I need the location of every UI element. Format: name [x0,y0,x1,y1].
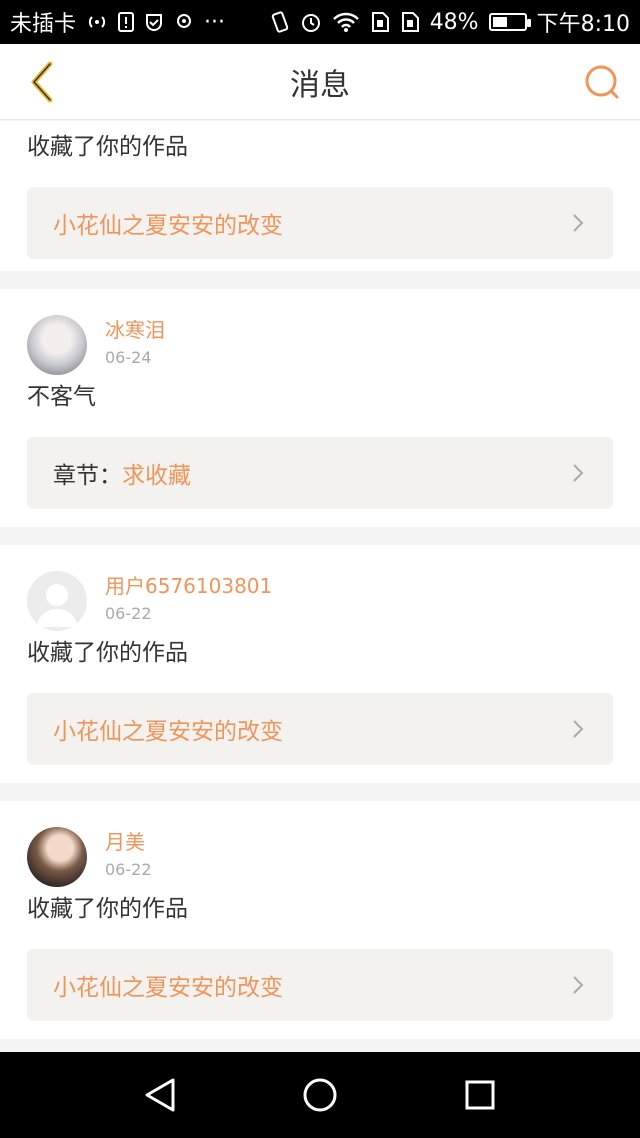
message-item: 用户6576103801 06-22 收藏了你的作品 小花仙之夏安安的改变 [0,545,640,783]
message-text: 收藏了你的作品 [27,896,188,922]
avatar[interactable] [27,315,87,375]
chevron-right-icon [569,976,587,994]
battery-percent: 48% [429,9,479,35]
message-item: 月美 06-22 收藏了你的作品 小花仙之夏安安的改变 [0,801,640,1039]
battery-icon [488,13,531,31]
default-avatar-icon [37,584,77,627]
search-button[interactable] [578,58,626,106]
user-name[interactable]: 用户6576103801 [105,571,272,601]
alarm-icon [300,11,322,33]
chevron-right-icon [569,720,587,738]
wifi-icon [332,12,360,32]
avatar[interactable] [27,571,87,631]
work-link[interactable]: 小花仙之夏安安的改变 [27,187,613,259]
divider [0,271,640,289]
chapter-link[interactable]: 章节： 求收藏 [27,437,613,509]
shield-check-icon [144,12,164,32]
back-button[interactable] [14,54,70,110]
clock: 下午8:10 [536,12,630,37]
chapter-label: 章节： [53,463,122,489]
divider [0,527,640,545]
chevron-right-icon [569,214,587,232]
chapter-title: 求收藏 [122,463,191,489]
user-name[interactable]: 月美 [105,827,152,857]
work-link[interactable]: 小花仙之夏安安的改变 [27,949,613,1021]
carrier-text: 未插卡 [10,12,77,37]
nav-home-button[interactable] [295,1070,345,1120]
message-date: 06-22 [105,604,152,623]
message-text: 收藏了你的作品 [27,134,188,160]
work-title: 小花仙之夏安安的改变 [53,213,283,239]
work-title: 小花仙之夏安安的改变 [53,975,283,1001]
alert-icon [118,12,135,32]
vibrate-icon [270,11,290,33]
message-list[interactable]: 收藏了你的作品 小花仙之夏安安的改变 冰寒泪 06-24 不客气 章节： 求收藏 [0,121,640,1052]
app-bar: 消息 [0,44,640,120]
divider [0,783,640,801]
system-nav-bar [0,1052,640,1138]
square-recents-icon [465,1080,495,1110]
user-name[interactable]: 冰寒泪 [105,315,165,345]
search-icon [585,65,619,99]
status-bar: 未插卡 ··· 48% 下午8:10 [0,0,640,44]
message-text: 收藏了你的作品 [27,640,188,666]
nav-recents-button[interactable] [455,1070,505,1120]
circle-home-icon [303,1078,337,1112]
sim-1-icon [370,11,390,33]
hotspot-icon [86,13,108,31]
sim-2-icon [400,11,420,33]
page-title: 消息 [290,67,350,103]
avatar[interactable] [27,827,87,887]
triangle-back-icon [145,1078,175,1112]
more-status-icon: ··· [204,9,225,35]
work-link[interactable]: 小花仙之夏安安的改变 [27,693,613,765]
message-item: 收藏了你的作品 小花仙之夏安安的改变 [0,121,640,271]
work-title: 小花仙之夏安安的改变 [53,719,283,745]
message-date: 06-22 [105,860,152,879]
chevron-left-icon [31,61,53,103]
nav-back-button[interactable] [135,1070,185,1120]
location-icon [174,12,194,32]
chevron-right-icon [569,464,587,482]
message-date: 06-24 [105,348,152,367]
message-text: 不客气 [27,384,96,410]
message-item: 冰寒泪 06-24 不客气 章节： 求收藏 [0,289,640,527]
